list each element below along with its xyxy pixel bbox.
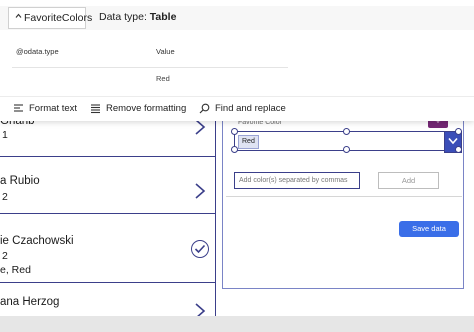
table-cell-value: Red	[156, 74, 170, 83]
gallery-item-sub: 1	[2, 129, 8, 141]
gallery-item-selected[interactable]: ie Czachowski 2 e, Red	[0, 214, 215, 283]
resize-handle[interactable]	[231, 128, 238, 135]
gallery-item-name: ie Czachowski	[0, 235, 74, 247]
table-row-divider	[12, 67, 288, 68]
resize-handle[interactable]	[231, 146, 238, 153]
chevron-right-icon[interactable]	[193, 303, 207, 316]
field-name-pill[interactable]: FavoriteColors	[8, 7, 92, 29]
search-icon	[199, 103, 210, 114]
gallery-item-name: a Rubio	[0, 175, 40, 187]
selected-check-icon	[191, 240, 209, 258]
gallery-item-sub2: e, Red	[0, 264, 31, 276]
chevron-right-icon[interactable]	[193, 119, 207, 135]
resize-handle[interactable]	[343, 146, 350, 153]
gallery-item-sub: 2	[2, 250, 8, 262]
remove-formatting-label: Remove formatting	[106, 103, 187, 114]
record-gallery[interactable]: Gharib 1 a Rubio 2 ie Czachowski 2 e, Re…	[0, 100, 216, 316]
format-text-button[interactable]: Format text	[13, 101, 79, 117]
selected-color-chip[interactable]: Red	[238, 135, 259, 149]
save-data-button[interactable]: Save data	[399, 221, 459, 237]
chevron-down-icon	[448, 137, 458, 145]
data-type-caption: Data type:	[99, 11, 147, 23]
gallery-item[interactable]: ana Herzog	[0, 283, 215, 316]
bottom-strip	[0, 316, 474, 332]
favorite-color-combobox[interactable]: Red	[234, 131, 446, 151]
remove-formatting-icon	[91, 104, 100, 114]
data-type-value: Table	[149, 11, 177, 23]
format-text-label: Format text	[29, 103, 78, 114]
resize-handle[interactable]	[455, 128, 462, 135]
find-and-replace-label: Find and replace	[215, 103, 286, 114]
gallery-item-name: ana Herzog	[0, 296, 60, 308]
resize-handle[interactable]	[343, 128, 350, 135]
add-color-button[interactable]: Add	[378, 172, 439, 189]
chevron-up-icon	[15, 13, 22, 18]
chevron-right-icon[interactable]	[193, 183, 207, 199]
column-header-odata-type: @odata.type	[16, 47, 59, 56]
field-name: FavoriteColors	[24, 12, 93, 24]
data-type-label: Data type: Table	[99, 11, 176, 23]
gallery-item-sub: 2	[2, 191, 8, 203]
remove-formatting-button[interactable]: Remove formatting	[90, 101, 186, 117]
form-separator	[226, 196, 462, 197]
formula-toolbar: Format text Remove formatting Find and r…	[0, 96, 474, 121]
column-header-value: Value	[156, 47, 175, 56]
format-text-icon	[14, 104, 23, 112]
table-result-popup: FavoriteColors Data type: Table @odata.t…	[0, 0, 474, 121]
find-and-replace-button[interactable]: Find and replace	[199, 101, 286, 117]
new-colors-input[interactable]: Add color(s) separated by commas	[234, 172, 360, 189]
gallery-item[interactable]: a Rubio 2	[0, 157, 215, 214]
resize-handle[interactable]	[455, 146, 462, 153]
